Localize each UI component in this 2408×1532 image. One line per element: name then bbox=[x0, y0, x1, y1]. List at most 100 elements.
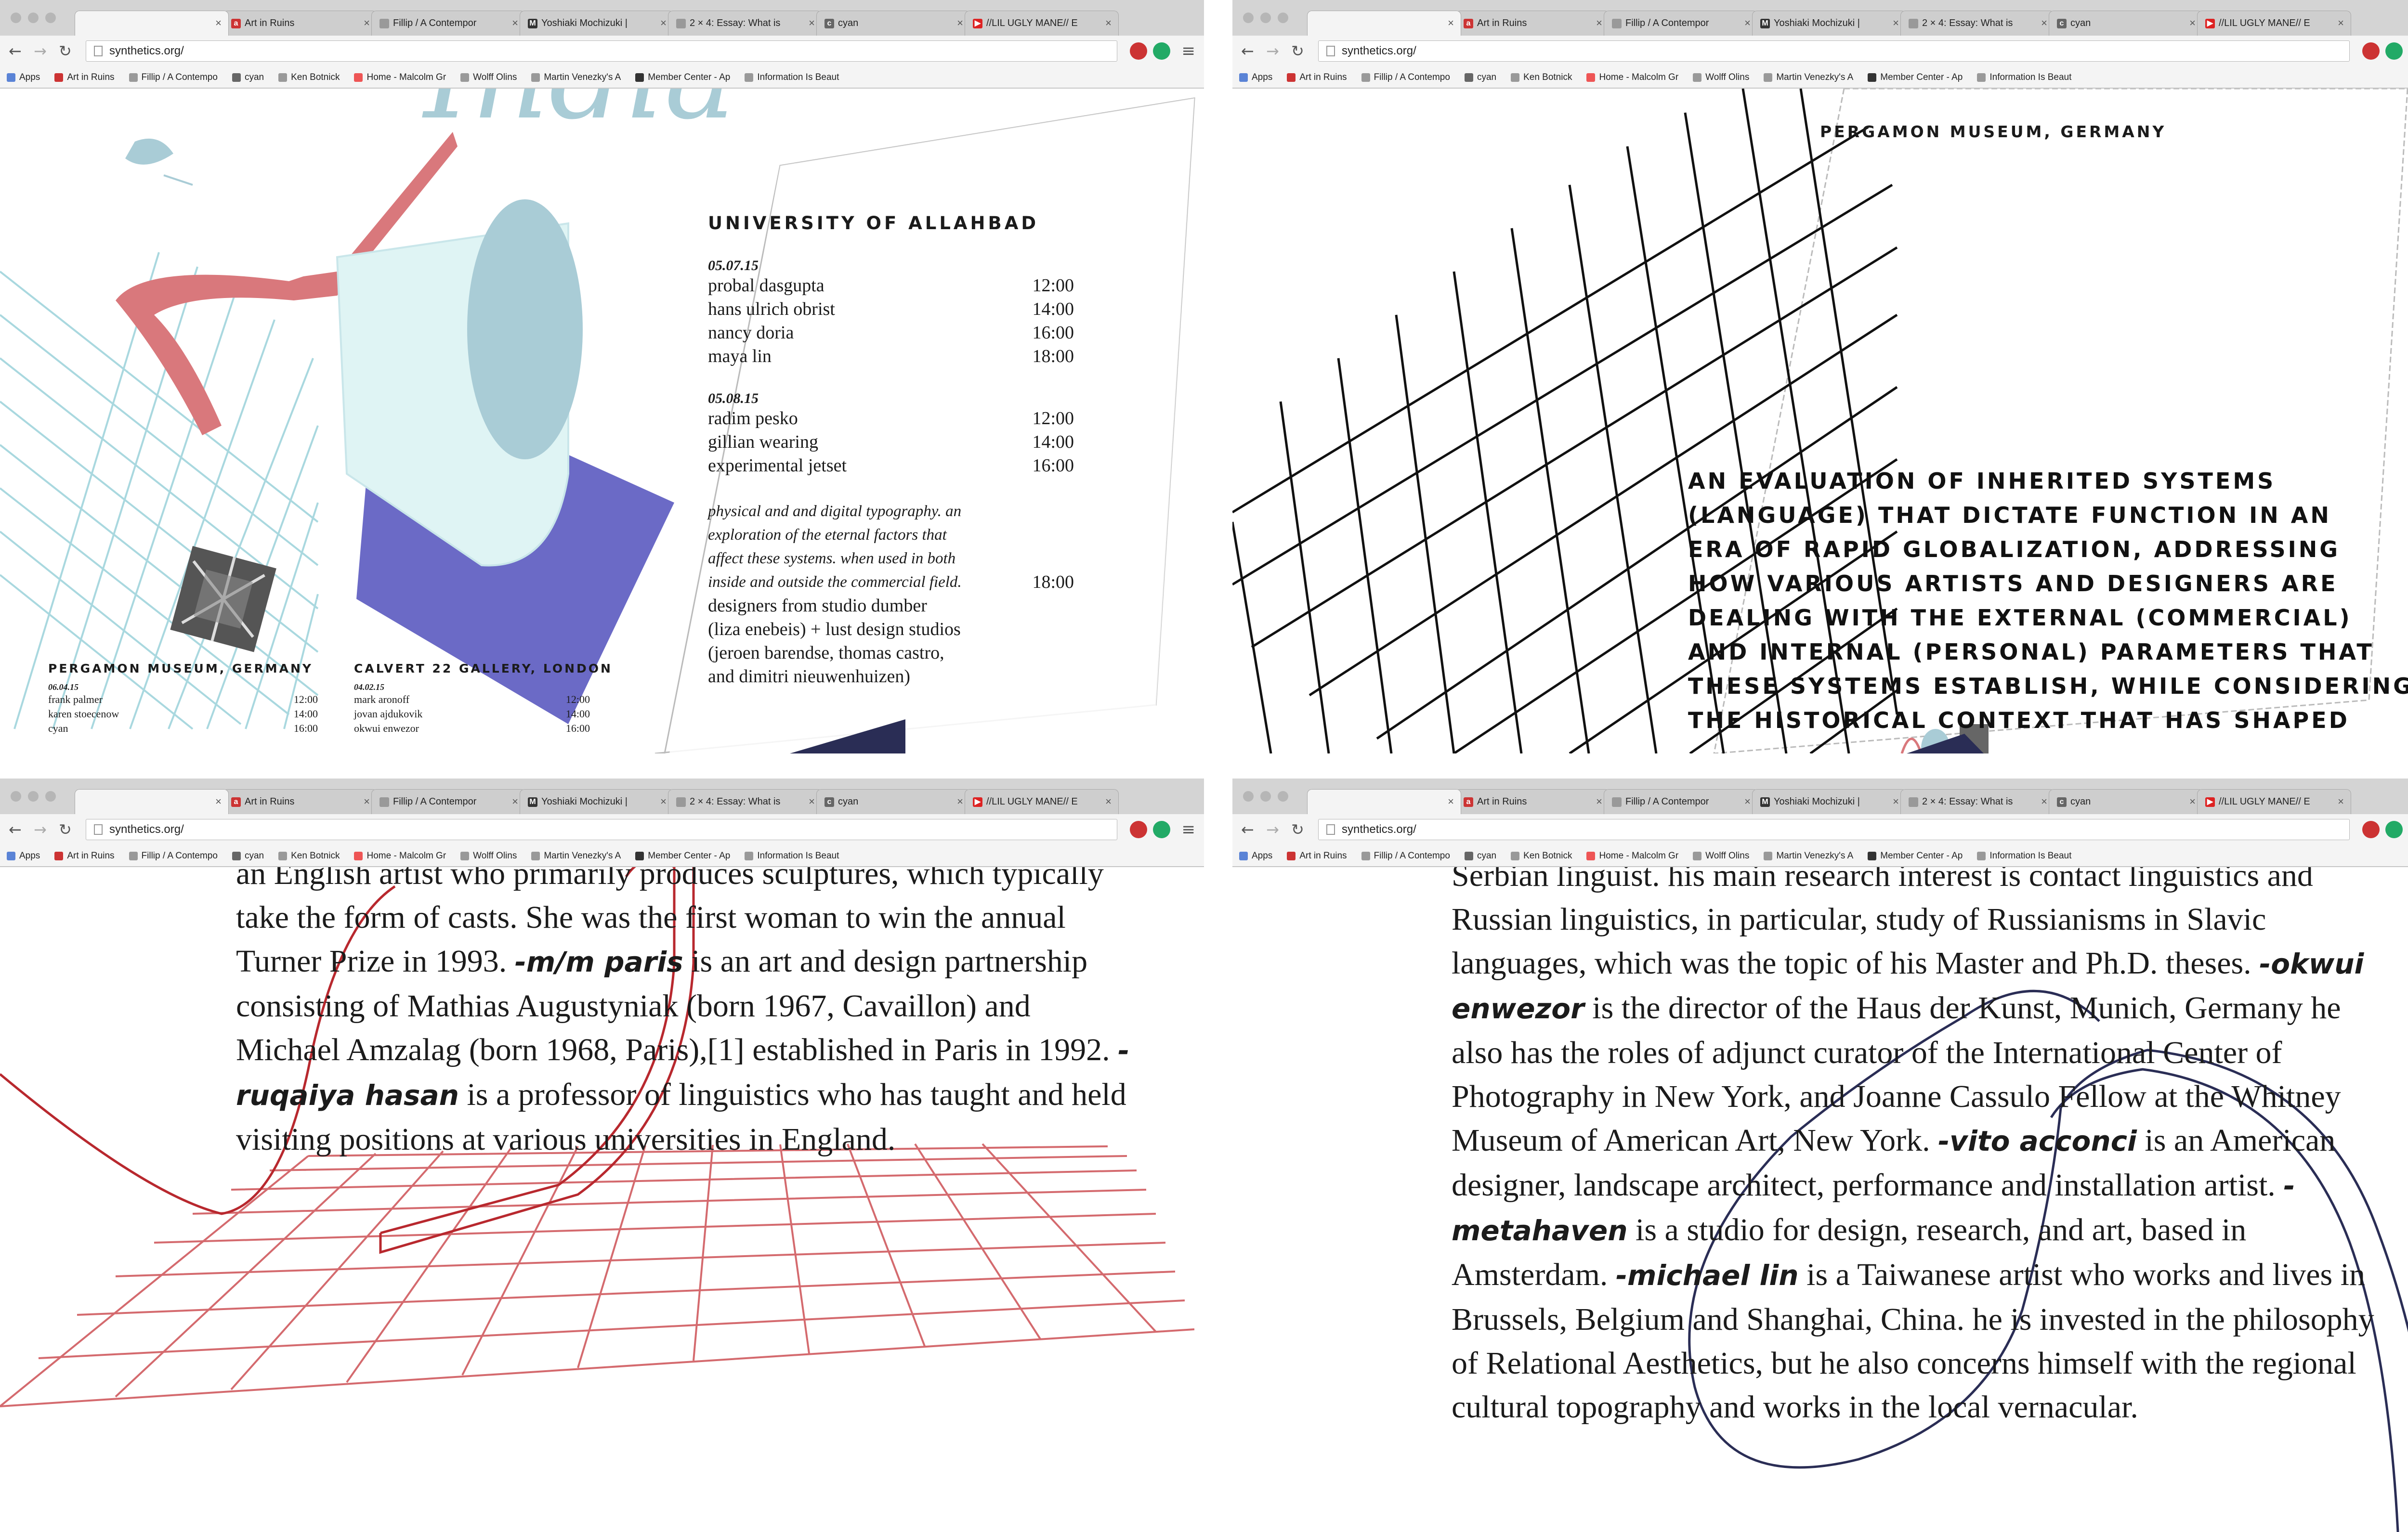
forward-arrow-icon[interactable]: → bbox=[34, 820, 47, 839]
menu-icon[interactable]: ≡ bbox=[1182, 41, 1196, 61]
back-arrow-icon[interactable]: ← bbox=[9, 820, 22, 839]
bookmark-martin-venezky[interactable]: Martin Venezky's A bbox=[531, 72, 621, 83]
close-icon[interactable]: × bbox=[2189, 795, 2196, 808]
bookmark-malcolm[interactable]: Home - Malcolm Gr bbox=[1586, 851, 1678, 861]
tab-cyan[interactable]: c cyan × bbox=[816, 789, 970, 814]
tab-active-blank[interactable]: × bbox=[1307, 11, 1461, 36]
tab-active-blank[interactable]: × bbox=[1307, 789, 1461, 814]
forward-arrow-icon[interactable]: → bbox=[34, 41, 47, 61]
bookmark-fillip[interactable]: Fillip / A Contempo bbox=[1361, 851, 1450, 861]
close-icon[interactable]: × bbox=[1893, 795, 1899, 808]
bookmark-martin-venezky[interactable]: Martin Venezky's A bbox=[1764, 851, 1853, 861]
tab-active-blank[interactable]: × bbox=[75, 789, 229, 814]
window-minimize-dot[interactable] bbox=[1260, 13, 1271, 23]
bookmark-malcolm[interactable]: Home - Malcolm Gr bbox=[354, 851, 446, 861]
bookmark-malcolm[interactable]: Home - Malcolm Gr bbox=[1586, 72, 1678, 83]
tab-fillip[interactable]: Fillip / A Contempor × bbox=[371, 11, 525, 36]
extension-icon[interactable] bbox=[1130, 42, 1147, 60]
close-icon[interactable]: × bbox=[215, 795, 222, 808]
close-icon[interactable]: × bbox=[1744, 17, 1751, 29]
bookmark-wolff-olins[interactable]: Wolff Olins bbox=[460, 851, 517, 861]
tab-mochizuki[interactable]: M Yoshiaki Mochizuki | × bbox=[1752, 11, 1906, 36]
close-icon[interactable]: × bbox=[364, 17, 370, 29]
tab-2x4-essay[interactable]: 2 × 4: Essay: What is × bbox=[1900, 789, 2055, 814]
close-icon[interactable]: × bbox=[809, 17, 815, 29]
window-zoom-dot[interactable] bbox=[1278, 791, 1288, 802]
close-icon[interactable]: × bbox=[512, 17, 518, 29]
bookmark-apps[interactable]: Apps bbox=[7, 72, 40, 83]
bookmark-wolff-olins[interactable]: Wolff Olins bbox=[1693, 72, 1749, 83]
bookmark-ken-botnick[interactable]: Ken Botnick bbox=[1511, 851, 1572, 861]
extension-icon[interactable] bbox=[2362, 821, 2380, 838]
bookmark-cyan[interactable]: cyan bbox=[1464, 72, 1496, 83]
reload-icon[interactable]: ↻ bbox=[1291, 820, 1304, 839]
close-icon[interactable]: × bbox=[957, 17, 963, 29]
bookmark-martin-venezky[interactable]: Martin Venezky's A bbox=[531, 851, 621, 861]
bookmark-art-in-ruins[interactable]: Art in Ruins bbox=[54, 72, 115, 83]
tab-art-in-ruins[interactable]: a Art in Ruins × bbox=[1455, 11, 1610, 36]
bookmark-wolff-olins[interactable]: Wolff Olins bbox=[460, 72, 517, 83]
extension-icon[interactable] bbox=[1130, 821, 1147, 838]
close-icon[interactable]: × bbox=[1105, 795, 1112, 808]
bookmark-apps[interactable]: Apps bbox=[7, 851, 40, 861]
close-icon[interactable]: × bbox=[1744, 795, 1751, 808]
tab-2x4-essay[interactable]: 2 × 4: Essay: What is × bbox=[668, 789, 822, 814]
tab-cyan[interactable]: c cyan × bbox=[2049, 789, 2203, 814]
close-icon[interactable]: × bbox=[215, 17, 222, 29]
tab-lil-ugly-mane[interactable]: ▶//LIL UGLY MANE// E × bbox=[2197, 11, 2351, 36]
bookmark-cyan[interactable]: cyan bbox=[1464, 851, 1496, 861]
tab-lil-ugly-mane[interactable]: ▶//LIL UGLY MANE// E × bbox=[965, 11, 1119, 36]
close-icon[interactable]: × bbox=[1596, 17, 1602, 29]
bookmark-cyan[interactable]: cyan bbox=[232, 851, 264, 861]
close-icon[interactable]: × bbox=[2041, 17, 2047, 29]
close-icon[interactable]: × bbox=[660, 795, 667, 808]
tab-lil-ugly-mane[interactable]: ▶//LIL UGLY MANE// E × bbox=[2197, 789, 2351, 814]
tab-fillip[interactable]: Fillip / A Contempor × bbox=[371, 789, 525, 814]
bookmark-member-center[interactable]: Member Center - Ap bbox=[1868, 72, 1963, 83]
extension-icon[interactable] bbox=[2385, 42, 2403, 60]
bookmark-information[interactable]: Information Is Beaut bbox=[1977, 851, 2071, 861]
window-zoom-dot[interactable] bbox=[45, 791, 56, 802]
close-icon[interactable]: × bbox=[2041, 795, 2047, 808]
tab-art-in-ruins[interactable]: a Art in Ruins × bbox=[1455, 789, 1610, 814]
tab-art-in-ruins[interactable]: a Art in Ruins × bbox=[223, 789, 377, 814]
forward-arrow-icon[interactable]: → bbox=[1266, 41, 1279, 61]
close-icon[interactable]: × bbox=[512, 795, 518, 808]
window-close-dot[interactable] bbox=[1243, 791, 1254, 802]
tab-lil-ugly-mane[interactable]: ▶//LIL UGLY MANE// E × bbox=[965, 789, 1119, 814]
close-icon[interactable]: × bbox=[1596, 795, 1602, 808]
window-minimize-dot[interactable] bbox=[1260, 791, 1271, 802]
bookmark-wolff-olins[interactable]: Wolff Olins bbox=[1693, 851, 1749, 861]
reload-icon[interactable]: ↻ bbox=[59, 820, 72, 839]
forward-arrow-icon[interactable]: → bbox=[1266, 820, 1279, 839]
close-icon[interactable]: × bbox=[809, 795, 815, 808]
window-minimize-dot[interactable] bbox=[28, 13, 39, 23]
tab-mochizuki[interactable]: M Yoshiaki Mochizuki | × bbox=[520, 11, 674, 36]
close-icon[interactable]: × bbox=[1448, 17, 1454, 29]
bookmark-malcolm[interactable]: Home - Malcolm Gr bbox=[354, 72, 446, 83]
menu-icon[interactable]: ≡ bbox=[1182, 820, 1196, 839]
bookmark-apps[interactable]: Apps bbox=[1239, 851, 1272, 861]
bookmark-member-center[interactable]: Member Center - Ap bbox=[635, 72, 730, 83]
address-bar[interactable]: synthetics.org/ bbox=[1318, 40, 2350, 62]
bookmark-member-center[interactable]: Member Center - Ap bbox=[635, 851, 730, 861]
window-minimize-dot[interactable] bbox=[28, 791, 39, 802]
bookmark-apps[interactable]: Apps bbox=[1239, 72, 1272, 83]
window-zoom-dot[interactable] bbox=[1278, 13, 1288, 23]
close-icon[interactable]: × bbox=[660, 17, 667, 29]
tab-art-in-ruins[interactable]: a Art in Ruins × bbox=[223, 11, 377, 36]
extension-icon[interactable] bbox=[2385, 821, 2403, 838]
bookmark-cyan[interactable]: cyan bbox=[232, 72, 264, 83]
bookmark-art-in-ruins[interactable]: Art in Ruins bbox=[1287, 72, 1347, 83]
bookmark-information[interactable]: Information Is Beaut bbox=[1977, 72, 2071, 83]
reload-icon[interactable]: ↻ bbox=[59, 41, 72, 61]
bookmark-fillip[interactable]: Fillip / A Contempo bbox=[1361, 72, 1450, 83]
address-bar[interactable]: synthetics.org/ bbox=[86, 40, 1117, 62]
close-icon[interactable]: × bbox=[1448, 795, 1454, 808]
bookmark-ken-botnick[interactable]: Ken Botnick bbox=[278, 72, 340, 83]
bookmark-ken-botnick[interactable]: Ken Botnick bbox=[278, 851, 340, 861]
tab-fillip[interactable]: Fillip / A Contempor × bbox=[1604, 789, 1758, 814]
close-icon[interactable]: × bbox=[2338, 17, 2344, 29]
tab-cyan[interactable]: c cyan × bbox=[816, 11, 970, 36]
bookmark-art-in-ruins[interactable]: Art in Ruins bbox=[54, 851, 115, 861]
